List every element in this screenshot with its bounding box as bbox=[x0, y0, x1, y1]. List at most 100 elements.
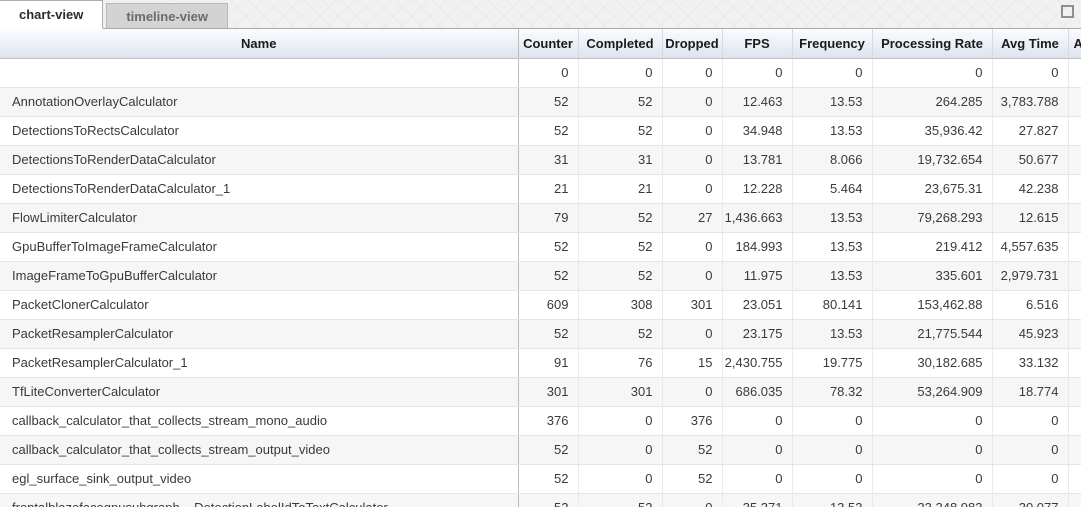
table-row[interactable]: ImageFrameToGpuBufferCalculator5252011.9… bbox=[0, 261, 1081, 290]
table-row[interactable]: AnnotationOverlayCalculator5252012.46313… bbox=[0, 87, 1081, 116]
value-cell: 13.53 bbox=[792, 203, 872, 232]
name-cell: PacketClonerCalculator bbox=[0, 290, 518, 319]
value-cell: 0 bbox=[662, 232, 722, 261]
value-cell: 0 bbox=[662, 261, 722, 290]
value-cell: 23.051 bbox=[722, 290, 792, 319]
value-cell: 184.993 bbox=[722, 232, 792, 261]
clipped-cell bbox=[1068, 232, 1081, 261]
value-cell: 11.975 bbox=[722, 261, 792, 290]
table-row[interactable]: PacketResamplerCalculator_19176152,430.7… bbox=[0, 348, 1081, 377]
tab-timeline-view[interactable]: timeline-view bbox=[106, 3, 228, 28]
column-header-counter[interactable]: Counter bbox=[518, 29, 578, 58]
column-header-processing-rate[interactable]: Processing Rate bbox=[872, 29, 992, 58]
value-cell: 23,248.983 bbox=[872, 493, 992, 507]
value-cell: 0 bbox=[662, 493, 722, 507]
clipped-cell bbox=[1068, 377, 1081, 406]
value-cell: 13.53 bbox=[792, 261, 872, 290]
name-cell bbox=[0, 58, 518, 87]
value-cell: 13.53 bbox=[792, 116, 872, 145]
value-cell: 0 bbox=[992, 58, 1068, 87]
table-row[interactable]: GpuBufferToImageFrameCalculator52520184.… bbox=[0, 232, 1081, 261]
table-row[interactable]: DetectionsToRectsCalculator5252034.94813… bbox=[0, 116, 1081, 145]
value-cell: 79 bbox=[518, 203, 578, 232]
table-row[interactable]: FlowLimiterCalculator7952271,436.66313.5… bbox=[0, 203, 1081, 232]
column-header-a[interactable]: A bbox=[1068, 29, 1081, 58]
name-cell: FlowLimiterCalculator bbox=[0, 203, 518, 232]
table-row[interactable]: 0000000 bbox=[0, 58, 1081, 87]
table-row[interactable]: DetectionsToRenderDataCalculator_1212101… bbox=[0, 174, 1081, 203]
value-cell: 2,979.731 bbox=[992, 261, 1068, 290]
value-cell: 0 bbox=[662, 174, 722, 203]
tab-timeline-view-label: timeline-view bbox=[126, 9, 208, 24]
stats-table: NameCounterCompletedDroppedFPSFrequencyP… bbox=[0, 29, 1081, 507]
value-cell: 30.077 bbox=[992, 493, 1068, 507]
table-row[interactable]: DetectionsToRenderDataCalculator3131013.… bbox=[0, 145, 1081, 174]
value-cell: 13.53 bbox=[792, 232, 872, 261]
value-cell: 52 bbox=[518, 87, 578, 116]
column-header-completed[interactable]: Completed bbox=[578, 29, 662, 58]
value-cell: 21 bbox=[518, 174, 578, 203]
name-cell: TfLiteConverterCalculator bbox=[0, 377, 518, 406]
value-cell: 8.066 bbox=[792, 145, 872, 174]
name-cell: DetectionsToRenderDataCalculator bbox=[0, 145, 518, 174]
maximize-icon[interactable] bbox=[1061, 5, 1074, 18]
value-cell: 609 bbox=[518, 290, 578, 319]
column-header-fps[interactable]: FPS bbox=[722, 29, 792, 58]
column-header-avg-time[interactable]: Avg Time bbox=[992, 29, 1068, 58]
value-cell: 0 bbox=[792, 435, 872, 464]
value-cell: 52 bbox=[662, 435, 722, 464]
value-cell: 34.948 bbox=[722, 116, 792, 145]
value-cell: 18.774 bbox=[992, 377, 1068, 406]
value-cell: 13.53 bbox=[792, 493, 872, 507]
tab-bar: chart-view timeline-view bbox=[0, 0, 1081, 29]
table-row[interactable]: callback_calculator_that_collects_stream… bbox=[0, 406, 1081, 435]
tab-chart-view[interactable]: chart-view bbox=[0, 0, 103, 29]
clipped-cell bbox=[1068, 348, 1081, 377]
value-cell: 13.53 bbox=[792, 319, 872, 348]
value-cell: 21,775.544 bbox=[872, 319, 992, 348]
value-cell: 0 bbox=[662, 58, 722, 87]
table-row[interactable]: TfLiteConverterCalculator3013010686.0357… bbox=[0, 377, 1081, 406]
value-cell: 0 bbox=[992, 435, 1068, 464]
table-row[interactable]: egl_surface_sink_output_video520520000 bbox=[0, 464, 1081, 493]
value-cell: 0 bbox=[578, 58, 662, 87]
clipped-cell bbox=[1068, 87, 1081, 116]
value-cell: 23,675.31 bbox=[872, 174, 992, 203]
value-cell: 0 bbox=[992, 406, 1068, 435]
column-header-dropped[interactable]: Dropped bbox=[662, 29, 722, 58]
value-cell: 35.371 bbox=[722, 493, 792, 507]
column-header-frequency[interactable]: Frequency bbox=[792, 29, 872, 58]
value-cell: 0 bbox=[872, 464, 992, 493]
value-cell: 264.285 bbox=[872, 87, 992, 116]
clipped-cell bbox=[1068, 261, 1081, 290]
value-cell: 0 bbox=[662, 319, 722, 348]
name-cell: ImageFrameToGpuBufferCalculator bbox=[0, 261, 518, 290]
value-cell: 308 bbox=[578, 290, 662, 319]
clipped-cell bbox=[1068, 493, 1081, 507]
value-cell: 27 bbox=[662, 203, 722, 232]
value-cell: 52 bbox=[578, 319, 662, 348]
column-header-name[interactable]: Name bbox=[0, 29, 518, 58]
value-cell: 0 bbox=[872, 406, 992, 435]
value-cell: 0 bbox=[662, 116, 722, 145]
value-cell: 33.132 bbox=[992, 348, 1068, 377]
value-cell: 52 bbox=[578, 261, 662, 290]
table-header-row: NameCounterCompletedDroppedFPSFrequencyP… bbox=[0, 29, 1081, 58]
value-cell: 0 bbox=[722, 406, 792, 435]
value-cell: 52 bbox=[518, 261, 578, 290]
table-row[interactable]: callback_calculator_that_collects_stream… bbox=[0, 435, 1081, 464]
value-cell: 153,462.88 bbox=[872, 290, 992, 319]
name-cell: callback_calculator_that_collects_stream… bbox=[0, 406, 518, 435]
value-cell: 0 bbox=[872, 58, 992, 87]
value-cell: 1,436.663 bbox=[722, 203, 792, 232]
value-cell: 23.175 bbox=[722, 319, 792, 348]
name-cell: DetectionsToRenderDataCalculator_1 bbox=[0, 174, 518, 203]
value-cell: 30,182.685 bbox=[872, 348, 992, 377]
value-cell: 0 bbox=[872, 435, 992, 464]
value-cell: 0 bbox=[792, 58, 872, 87]
table-row[interactable]: frontalblazefacegpusubgraph__DetectionLa… bbox=[0, 493, 1081, 507]
value-cell: 4,557.635 bbox=[992, 232, 1068, 261]
value-cell: 52 bbox=[578, 232, 662, 261]
table-row[interactable]: PacketResamplerCalculator5252023.17513.5… bbox=[0, 319, 1081, 348]
table-row[interactable]: PacketClonerCalculator60930830123.05180.… bbox=[0, 290, 1081, 319]
